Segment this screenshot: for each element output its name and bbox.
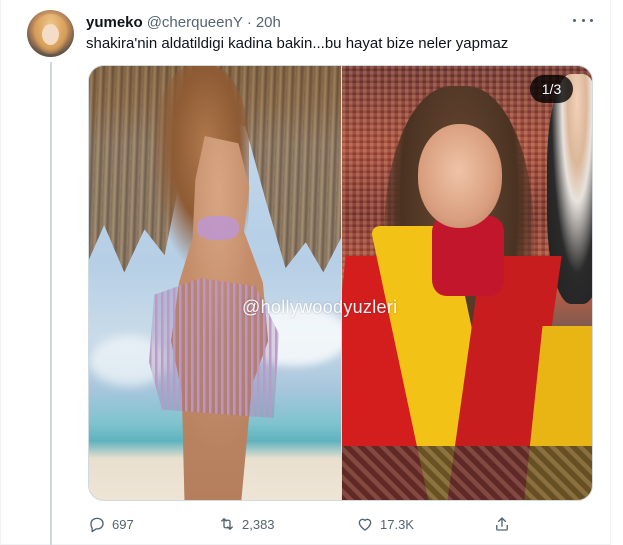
retweet-count: 2,383: [242, 516, 275, 532]
image-watermark: @hollywoodyuzleri: [242, 297, 398, 317]
tweet-timestamp[interactable]: 20h: [256, 14, 281, 31]
reply-icon: [90, 517, 104, 533]
tweet-text: shakira'nin aldatildigi kadina bakin...b…: [86, 35, 509, 52]
like-count: 17.3K: [380, 516, 414, 532]
tweet-actions: 697 2,383 17.3K: [88, 510, 518, 538]
tweet-header: yumeko @cherqueenY · 20h: [86, 12, 281, 32]
column-border-left: [0, 0, 1, 545]
photo-bikini-top: [197, 216, 239, 240]
more-options-button[interactable]: [573, 13, 593, 27]
reply-button[interactable]: 697: [88, 510, 134, 538]
more-dot-icon: [581, 18, 585, 22]
thread-connector-line: [50, 62, 52, 545]
user-handle[interactable]: @cherqueenY: [147, 14, 243, 31]
reply-count: 697: [112, 516, 134, 532]
avatar-face: [42, 24, 59, 45]
photo-right[interactable]: [342, 66, 592, 500]
separator-dot: ·: [246, 13, 252, 31]
retweet-icon: [221, 518, 233, 530]
more-dot-icon: [573, 18, 576, 22]
media-counter-badge: 1/3: [530, 75, 573, 103]
photo-turtleneck: [432, 216, 504, 296]
column-border-right: [610, 0, 611, 545]
photo-left[interactable]: [89, 66, 341, 500]
share-button[interactable]: [493, 510, 511, 538]
more-dot-icon: [590, 18, 593, 22]
avatar[interactable]: [27, 10, 74, 57]
like-button[interactable]: 17.3K: [356, 510, 414, 538]
photo-plaid-jacket: [342, 446, 592, 500]
heart-icon: [358, 518, 372, 531]
retweet-button[interactable]: 2,383: [218, 510, 275, 538]
share-icon: [496, 517, 508, 531]
display-name[interactable]: yumeko: [86, 14, 143, 31]
photo-woman-face: [418, 124, 502, 228]
media-grid[interactable]: @hollywoodyuzleri 1/3: [88, 65, 593, 501]
